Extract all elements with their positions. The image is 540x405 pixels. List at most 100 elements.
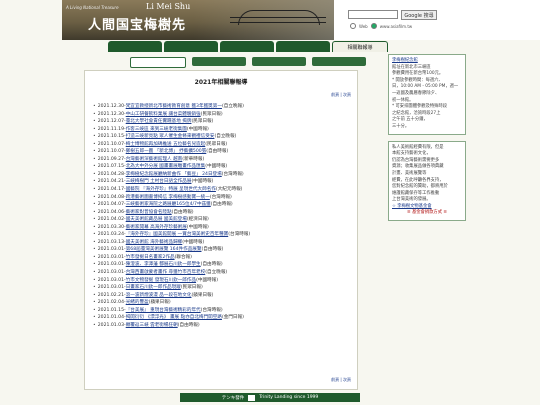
item-title-link[interactable]: 『台美展』 重現台灣藝術精彩的年代 [126, 308, 201, 313]
item-date: 2021.03.01- [97, 285, 126, 291]
item-date: 2021.12.30- [97, 104, 126, 109]
item-title-link[interactable]: 國夫美術館藏品展 國美館登場 [126, 217, 187, 222]
item-date: 2021.10.07- [97, 149, 126, 155]
item-source: (自由時報) [206, 149, 229, 155]
item-source: (民眾日報) [200, 111, 223, 117]
item-title-link[interactable]: 顛覆返三峽 雲老街暢狂朝 [126, 323, 178, 328]
list-item: • 2021.01.03-顛覆返三峽 雲老街暢狂朝(自由時報) [93, 322, 349, 330]
item-source: (中國時報) [186, 224, 209, 230]
item-title-link[interactable]: 中山工研餐飲料業展 讓台菜體驗銷強 [126, 112, 201, 117]
item-date: 2021.03.01- [97, 262, 126, 268]
item-date: 2021.04.28- [97, 171, 126, 177]
nav-tab-3[interactable] [220, 41, 274, 52]
item-title-link[interactable]: 揭開衍衍 《漂浮光》 畫展 點亦自北梅門開空路 [126, 315, 222, 320]
list-item: • 2021.10.15-打造三峽新亮點 眾人催生金條來觀禮信受安(自立晚報) [93, 133, 349, 141]
nav-tab-related-news[interactable]: 相關聯報導 [332, 41, 388, 52]
nav-tab-4[interactable] [276, 41, 330, 52]
item-title-link[interactable]: 台灣西畫啟蒙者畫作 尋獲竹市百年老校 [126, 270, 206, 275]
item-title-link[interactable]: 梅士博物館再加碼推送 五位藝名兒造起 [126, 142, 206, 147]
item-title-link[interactable]: 日畫家石川欽一郎作品現蹤 [126, 285, 181, 290]
sub-tab-1[interactable] [130, 57, 186, 68]
item-source: (民眾日報) [191, 119, 214, 125]
prev-page-link[interactable]: 前頁 [331, 377, 339, 382]
item-title-link[interactable]: 台灣藝術深藝術館理人 越南 [126, 157, 183, 162]
sidebar-line: * 可安排團體參觀及特殊時段 [392, 104, 448, 110]
bullet-icon: • [93, 315, 96, 321]
item-title-link[interactable]: 滾一波新煙波漫 品一段在地文化 [126, 293, 192, 298]
list-item: • 2021.12.30-中山工研餐飲料業展 讓台菜體驗銷強(民眾日報) [93, 111, 349, 119]
bullet-icon: • [93, 104, 96, 109]
bullet-icon: • [93, 262, 96, 268]
item-source: (聯合報) [174, 254, 192, 260]
next-page-link[interactable]: 次頁 [343, 92, 351, 97]
item-title-link[interactable]: 跨港藝術圖書博揭信 李梅樹感動寶一統一 [126, 195, 210, 200]
item-title-link[interactable]: 臺北大學社會責任實踐基地 揭牌 [126, 119, 192, 124]
item-title-link[interactable]: 藝術家開幕 高海外存珍藝術展 [126, 225, 187, 230]
prev-page-link[interactable]: 前頁 [331, 92, 339, 97]
museum-info-box: 李梅樹紀念館 館址在新北市三峽區 參觀費用在新台幣100元。 * 開放參觀時間：每週… [388, 54, 466, 135]
item-source: (台灣時報) [209, 194, 232, 200]
item-source: (自立晚報) [214, 134, 237, 140]
item-title-link[interactable]: 竹市文物發掘 發現石川欽一郎作品 [126, 278, 196, 283]
item-date: 2021.01.04- [97, 315, 126, 321]
site-logo-en[interactable]: Li Mei Shu [146, 2, 190, 11]
item-source: (自由時報) [210, 202, 233, 208]
item-source: (自由時報) [200, 262, 223, 268]
sidebar-line: 參觀費用在新台幣100元。 [392, 71, 444, 77]
bullet-icon: • [93, 300, 96, 306]
item-source: (中國時報) [191, 179, 214, 185]
bullet-icon: • [93, 285, 96, 291]
item-title-link[interactable]: 國夫美術館 海外藝術品歸鄉 [126, 240, 183, 245]
item-title-link[interactable]: 李梅樹紀念館展廳納新曲作 「藝豆」 24日登場 [126, 172, 222, 177]
item-title-link[interactable]: 陳澄波、李澤藩 都展石川欽一郎學生 [126, 262, 201, 267]
item-title-link[interactable]: 光緒的豐盈 [126, 300, 149, 305]
bullet-icon: • [93, 134, 96, 140]
bullet-icon: • [93, 224, 96, 230]
site-logo-cn[interactable]: 人間国宝梅樹先 [88, 14, 186, 33]
list-item: • 2021.10.07-梅士博物館再加碼推送 五位藝名兒造起(民眾日報) [93, 141, 349, 149]
item-title-link[interactable]: 北為大中外分展 國畫畫展雕畫作品匯集 [126, 164, 206, 169]
item-title-link[interactable]: 三峽藝術家海院之路展廳165位4/7中茲獲 [126, 202, 211, 207]
item-title-link[interactable]: 打造三峽新亮點 眾人催生金條來觀禮信受安 [126, 134, 215, 139]
item-date: 2021.04.17- [97, 187, 126, 193]
item-source: (蘋果日報) [191, 292, 214, 298]
item-source: (自由時報) [171, 209, 194, 215]
item-source: (中國時報) [205, 164, 228, 170]
bullet-icon: • [93, 247, 96, 253]
item-title-link[interactable]: 第68屆臺灣美術展覽 164件作品展覽 [126, 247, 202, 252]
item-date: 2021.10.07- [97, 141, 126, 147]
sub-tab-3[interactable] [252, 57, 306, 66]
item-title-link[interactable]: 『海外存珍』國美館開展 一賞台灣美術史百年種寶 [126, 232, 229, 237]
item-source: (台灣時報) [221, 171, 244, 177]
item-source: (經濟日報) [186, 217, 209, 223]
search-button[interactable]: Google 搜尋 [401, 10, 437, 20]
item-title-link[interactable]: 藝術家對普協會名陸點 [126, 210, 172, 215]
item-title-link[interactable]: 竹市發掘日名畫家2作品 [126, 255, 175, 260]
item-date: 2021.03.30- [97, 224, 126, 230]
radio-site[interactable] [370, 23, 377, 29]
sidebar-line: 本館支持藝術文化， [392, 151, 431, 157]
item-title-link[interactable]: 鄭樹五郎一圖 「新北博」 抒藝擴500張 [126, 149, 207, 154]
news-list: • 2021.12.30-梵宜宜教授新北市藝術教育創意 獲3年獲獎第一(自立晚報)… [93, 103, 349, 329]
museum-link[interactable]: 李梅樹紀念館 [392, 58, 462, 65]
item-date: 2021.07.15- [97, 164, 126, 170]
list-item: • 2021.09.27-台灣藝術深藝術館理人 越南(新華時報) [93, 156, 349, 164]
item-title-link[interactable]: 國藝院 『海外存珍』特展 呈現世代大師名作 [126, 187, 216, 192]
next-page-link[interactable]: 次頁 [343, 377, 351, 382]
bullet-icon: • [93, 119, 96, 125]
sub-tab-2[interactable] [192, 57, 246, 66]
item-title-link[interactable]: 作客三峽區 來到三峽老街集團 [126, 127, 187, 132]
nav-tab-1[interactable] [108, 41, 162, 52]
sub-tab-4[interactable] [312, 57, 366, 66]
search-input[interactable] [348, 10, 398, 19]
item-title-link[interactable]: 三峽梅樹門 土村台日語全作品展 [126, 179, 192, 184]
nav-tab-2[interactable] [164, 41, 218, 52]
radio-web[interactable] [350, 23, 356, 29]
item-date: 2021.04.06- [97, 209, 126, 215]
item-title-link[interactable]: 梵宜宜教授新北市藝術教育創意 獲3年獲獎第一 [126, 104, 222, 109]
footer-logo-icon [248, 394, 256, 401]
list-item: • 2021.03.01-台灣西畫啟蒙者畫作 尋獲竹市百年老校(自立晚報) [93, 269, 349, 277]
list-item: • 2021.04.07-三峽藝術家海院之路展廳165位4/7中茲獲(自由時報) [93, 201, 349, 209]
item-source: (自由時報) [177, 322, 200, 328]
donation-cta[interactable]: ≡ 基金會捐款方式 ≡ [392, 210, 462, 217]
